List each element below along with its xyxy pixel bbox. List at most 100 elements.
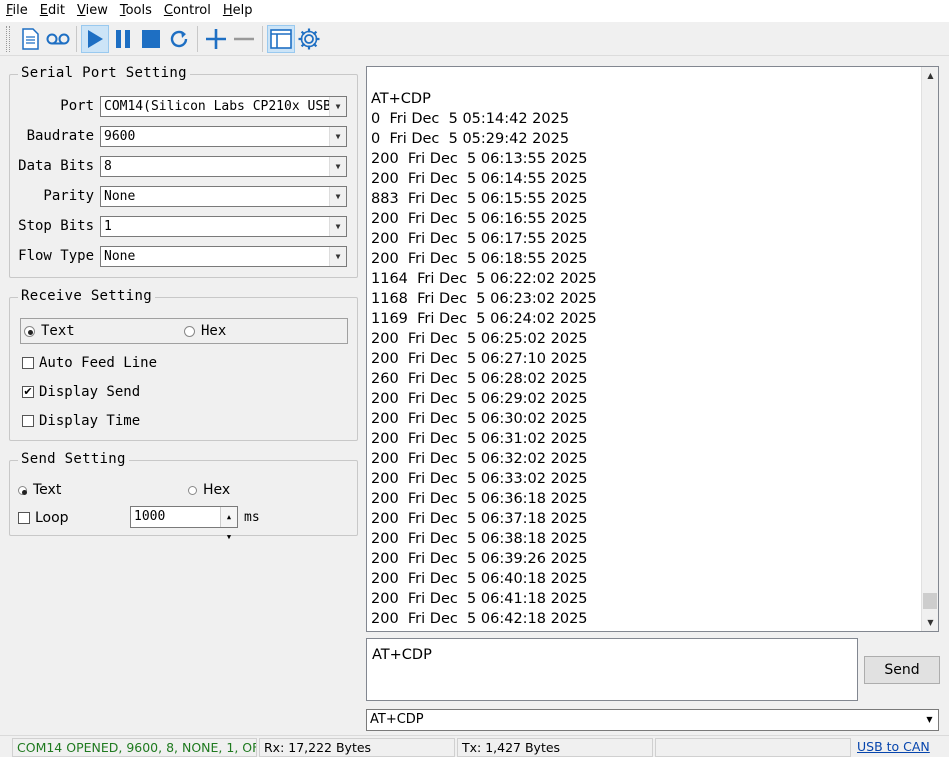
send-hex-radio[interactable]: Hex bbox=[188, 482, 230, 498]
radio-label: Hex bbox=[201, 323, 227, 339]
receive-line: 200 Fri Dec 5 06:40:18 2025 bbox=[371, 571, 588, 587]
receive-line: 200 Fri Dec 5 06:18:55 2025 bbox=[371, 251, 588, 267]
loop-interval-stepper[interactable]: 1000 ▲ ▼ bbox=[130, 506, 238, 541]
chevron-down-icon[interactable]: ▼ bbox=[329, 187, 346, 206]
history-value: AT+CDP bbox=[370, 712, 424, 727]
group-title: Send Setting bbox=[18, 451, 129, 467]
receive-line: 200 Fri Dec 5 06:16:55 2025 bbox=[371, 211, 588, 227]
checkbox-box bbox=[22, 357, 34, 369]
stop-bits-label: Stop Bits bbox=[18, 218, 94, 234]
toolbar-separator bbox=[197, 25, 198, 52]
radio-label: Text bbox=[41, 323, 75, 339]
receive-line: 883 Fri Dec 5 06:15:55 2025 bbox=[371, 191, 588, 207]
receive-text-radio[interactable]: Text bbox=[24, 323, 75, 339]
scroll-up-icon[interactable]: ▲ bbox=[922, 67, 938, 84]
receive-line: 200 Fri Dec 5 06:31:02 2025 bbox=[371, 431, 588, 447]
menu-bar: File Edit View Tools Control Help bbox=[0, 0, 949, 22]
usb-to-can-link[interactable]: USB to CAN bbox=[853, 738, 945, 757]
flow-type-label: Flow Type bbox=[18, 248, 94, 264]
parity-value: None bbox=[104, 189, 136, 204]
display-time-checkbox[interactable]: Display Time bbox=[22, 413, 140, 429]
group-title: Receive Setting bbox=[18, 288, 155, 304]
scroll-thumb[interactable] bbox=[923, 593, 937, 609]
chevron-down-icon[interactable]: ▼ bbox=[329, 217, 346, 236]
minus-icon[interactable] bbox=[230, 25, 258, 53]
port-value: COM14(Silicon Labs CP210x USB bbox=[104, 99, 331, 114]
baudrate-value: 9600 bbox=[104, 129, 136, 144]
radio-dot bbox=[188, 485, 197, 495]
stop-icon[interactable] bbox=[137, 25, 165, 53]
scroll-down-icon[interactable]: ▼ bbox=[922, 614, 938, 631]
port-select[interactable]: COM14(Silicon Labs CP210x USB ▼ bbox=[100, 96, 347, 117]
receive-line: 200 Fri Dec 5 06:39:26 2025 bbox=[371, 551, 588, 567]
window-icon[interactable] bbox=[267, 24, 295, 53]
rx-count: Rx: 17,222 Bytes bbox=[259, 738, 455, 757]
refresh-icon[interactable] bbox=[165, 25, 193, 53]
toolbar-separator bbox=[262, 25, 263, 52]
send-history-select[interactable]: AT+CDP ▼ bbox=[366, 709, 939, 731]
menu-item-edit[interactable]: Edit bbox=[34, 0, 71, 22]
plus-icon[interactable] bbox=[202, 25, 230, 53]
send-button[interactable]: Send bbox=[864, 656, 940, 684]
receive-line: AT+CDP bbox=[371, 91, 431, 107]
checkbox-box bbox=[18, 512, 30, 524]
tape-icon[interactable] bbox=[44, 25, 72, 53]
menu-item-tools[interactable]: Tools bbox=[114, 0, 158, 22]
port-label: Port bbox=[60, 98, 94, 114]
receive-lines: AT+CDP 0 Fri Dec 5 05:14:42 2025 0 Fri Dec… bbox=[371, 89, 597, 629]
parity-select[interactable]: None ▼ bbox=[100, 186, 347, 207]
loop-checkbox[interactable]: Loop bbox=[18, 510, 69, 526]
vertical-scrollbar[interactable]: ▲ ▼ bbox=[921, 67, 938, 631]
receive-line: 1169 Fri Dec 5 06:24:02 2025 bbox=[371, 311, 597, 327]
chevron-down-icon[interactable]: ▼ bbox=[921, 710, 938, 730]
gear-icon[interactable] bbox=[295, 25, 323, 53]
send-text-radio[interactable]: Text bbox=[18, 482, 61, 498]
menu-item-control[interactable]: Control bbox=[158, 0, 217, 22]
stepper-arrows-icon[interactable]: ▲ ▼ bbox=[220, 507, 237, 541]
radio-dot bbox=[18, 485, 27, 495]
radio-label: Text bbox=[33, 482, 62, 498]
new-document-icon[interactable] bbox=[16, 25, 44, 53]
flow-type-value: None bbox=[104, 249, 136, 264]
status-empty bbox=[655, 738, 851, 757]
checkbox-label: Auto Feed Line bbox=[39, 355, 158, 371]
receive-line: 200 Fri Dec 5 06:29:02 2025 bbox=[371, 391, 588, 407]
receive-line: 200 Fri Dec 5 06:33:02 2025 bbox=[371, 471, 588, 487]
receive-line: 200 Fri Dec 5 06:17:55 2025 bbox=[371, 231, 588, 247]
receive-textarea[interactable]: AT+CDP 0 Fri Dec 5 05:14:42 2025 0 Fri Dec… bbox=[366, 66, 939, 632]
send-setting-group: Send Setting Text Hex Loop 1000 ▲ ▼ ms bbox=[9, 451, 358, 541]
menu-item-view[interactable]: View bbox=[71, 0, 114, 22]
baudrate-select[interactable]: 9600 ▼ bbox=[100, 126, 347, 147]
checkbox-label: Display Time bbox=[39, 413, 141, 429]
flow-type-select[interactable]: None ▼ bbox=[100, 246, 347, 267]
stop-bits-select[interactable]: 1 ▼ bbox=[100, 216, 347, 237]
pause-icon[interactable] bbox=[109, 25, 137, 53]
receive-hex-radio[interactable]: Hex bbox=[184, 323, 226, 339]
receive-line: 200 Fri Dec 5 06:42:18 2025 bbox=[371, 611, 588, 627]
radio-label: Hex bbox=[203, 482, 231, 498]
radio-dot bbox=[184, 325, 195, 337]
receive-line: 200 Fri Dec 5 06:25:02 2025 bbox=[371, 331, 588, 347]
play-icon[interactable] bbox=[81, 24, 109, 53]
checkbox-label: Loop bbox=[35, 510, 69, 526]
parity-label: Parity bbox=[43, 188, 94, 204]
display-send-checkbox[interactable]: ✔ Display Send bbox=[22, 384, 140, 400]
stop-bits-value: 1 bbox=[104, 219, 112, 234]
data-bits-select[interactable]: 8 ▼ bbox=[100, 156, 347, 177]
receive-line: 260 Fri Dec 5 06:28:02 2025 bbox=[371, 371, 588, 387]
menu-item-file[interactable]: File bbox=[0, 0, 34, 22]
send-input[interactable]: AT+CDP bbox=[366, 638, 858, 701]
chevron-down-icon[interactable]: ▼ bbox=[329, 157, 346, 176]
menu-item-help[interactable]: Help bbox=[217, 0, 259, 22]
auto-feed-line-checkbox[interactable]: Auto Feed Line bbox=[22, 355, 157, 371]
receive-line: 200 Fri Dec 5 06:27:10 2025 bbox=[371, 351, 588, 367]
toolbar-grip[interactable] bbox=[6, 25, 10, 52]
check-icon: ✔ bbox=[22, 385, 34, 398]
chevron-down-icon[interactable]: ▼ bbox=[329, 97, 346, 116]
chevron-down-icon[interactable]: ▼ bbox=[329, 247, 346, 266]
receive-line: 200 Fri Dec 5 06:32:02 2025 bbox=[371, 451, 588, 467]
receive-line: 200 Fri Dec 5 06:38:18 2025 bbox=[371, 531, 588, 547]
chevron-down-icon[interactable]: ▼ bbox=[329, 127, 346, 146]
receive-line: 200 Fri Dec 5 06:30:02 2025 bbox=[371, 411, 588, 427]
receive-line: 1168 Fri Dec 5 06:23:02 2025 bbox=[371, 291, 597, 307]
